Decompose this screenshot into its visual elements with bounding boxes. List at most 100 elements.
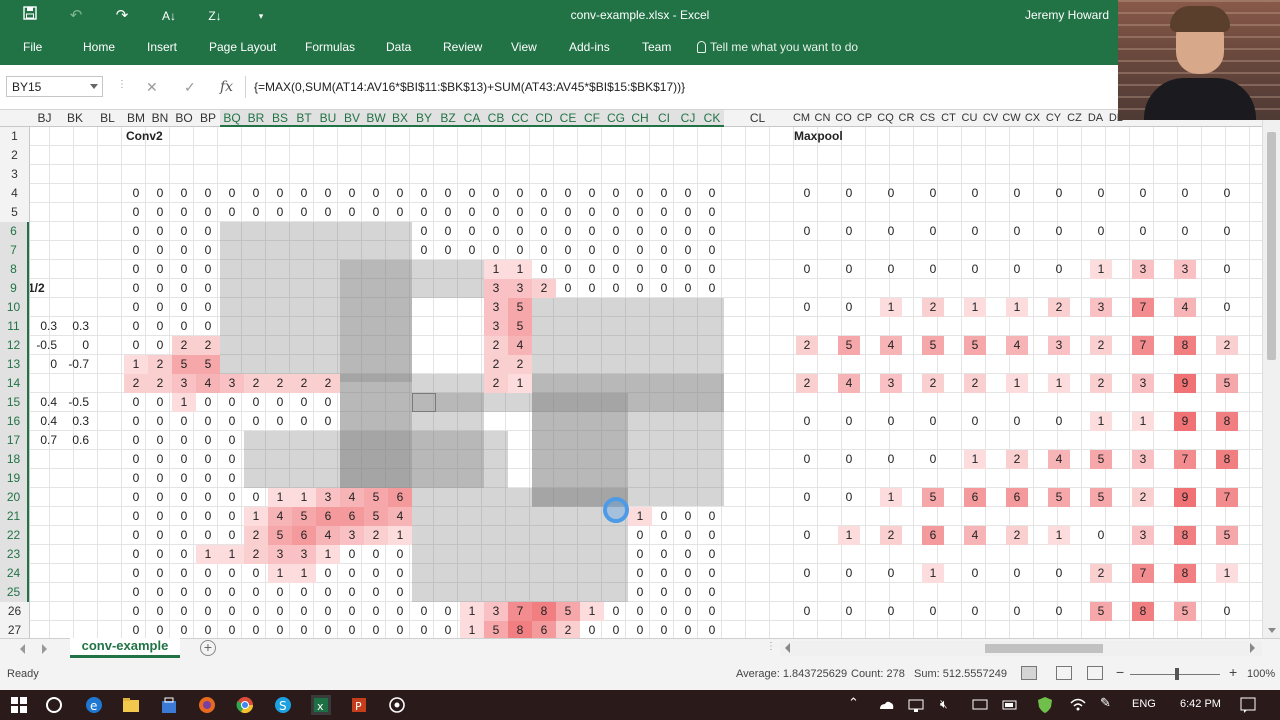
conv-cell[interactable]: 0: [436, 241, 460, 260]
conv-cell[interactable]: 0: [460, 203, 484, 222]
conv-cell[interactable]: 0: [628, 602, 652, 621]
conv-cell[interactable]: 0: [652, 184, 676, 203]
conv-cell[interactable]: 0: [172, 222, 196, 241]
conv-cell[interactable]: 0: [148, 222, 172, 241]
conv-cell[interactable]: 0: [196, 222, 220, 241]
filter-weight-cell[interactable]: 0.6: [59, 431, 91, 450]
filter-weight-cell[interactable]: 0.3: [59, 317, 91, 336]
maxpool-cell[interactable]: 1: [1090, 260, 1112, 279]
conv-cell[interactable]: 0: [148, 184, 172, 203]
maxpool-cell[interactable]: 0: [838, 412, 860, 431]
conv-cell[interactable]: 0: [244, 564, 268, 583]
row-header-14[interactable]: 14: [0, 374, 29, 393]
conv-cell[interactable]: 0: [460, 241, 484, 260]
conv-cell[interactable]: 0: [580, 203, 604, 222]
conv-cell[interactable]: 2: [148, 355, 172, 374]
conv-cell[interactable]: 0: [196, 241, 220, 260]
maxpool-cell[interactable]: 8: [1174, 526, 1196, 545]
tab-splitter-icon[interactable]: ⋮: [766, 641, 776, 652]
conv-cell[interactable]: 0: [676, 507, 700, 526]
shield-icon[interactable]: [1035, 695, 1055, 715]
maxpool-cell[interactable]: 6: [1006, 488, 1028, 507]
column-header-cj[interactable]: CJ: [676, 110, 700, 127]
conv-cell[interactable]: 0: [340, 203, 364, 222]
horizontal-scrollbar[interactable]: [780, 641, 1262, 656]
conv-cell[interactable]: 0: [628, 583, 652, 602]
conv-cell[interactable]: 0: [244, 412, 268, 431]
app-icon[interactable]: [387, 695, 407, 715]
maxpool-cell[interactable]: 0: [880, 184, 902, 203]
maxpool-cell[interactable]: 0: [922, 412, 944, 431]
maxpool-cell[interactable]: 5: [922, 336, 944, 355]
maxpool-cell[interactable]: 3: [1048, 336, 1070, 355]
tab-team[interactable]: Team: [642, 40, 671, 54]
column-header-bk[interactable]: BK: [59, 110, 91, 127]
column-header-cm[interactable]: CM: [791, 110, 812, 127]
maxpool-cell[interactable]: 0: [1048, 412, 1070, 431]
conv-cell[interactable]: 0: [148, 488, 172, 507]
maxpool-cell[interactable]: 3: [1132, 260, 1154, 279]
maxpool-cell[interactable]: 3: [1090, 298, 1112, 317]
conv-cell[interactable]: 0: [412, 203, 436, 222]
filter-weight-cell[interactable]: 0.4: [30, 412, 59, 431]
maxpool-cell[interactable]: 0: [838, 260, 860, 279]
maxpool-cell[interactable]: 7: [1132, 564, 1154, 583]
maxpool-cell[interactable]: 0: [1090, 526, 1112, 545]
tab-add-ins[interactable]: Add-ins: [569, 40, 610, 54]
conv-cell[interactable]: 0: [172, 583, 196, 602]
conv-cell[interactable]: 5: [364, 488, 388, 507]
conv-cell[interactable]: 2: [244, 526, 268, 545]
conv-cell[interactable]: 0: [220, 564, 244, 583]
conv-cell[interactable]: 0: [580, 222, 604, 241]
conv-cell[interactable]: 0: [316, 621, 340, 638]
conv-cell[interactable]: 0: [652, 241, 676, 260]
conv-cell[interactable]: 0: [124, 260, 148, 279]
filter-weight-cell[interactable]: -0.5: [59, 393, 91, 412]
column-header-br[interactable]: BR: [244, 110, 268, 127]
conv-cell[interactable]: 0: [196, 583, 220, 602]
conv-cell[interactable]: 0: [508, 222, 532, 241]
conv-cell[interactable]: 0: [220, 621, 244, 638]
row-header-6[interactable]: 6: [0, 222, 29, 241]
conv-cell[interactable]: 0: [172, 298, 196, 317]
conv-cell[interactable]: 5: [292, 507, 316, 526]
maxpool-cell[interactable]: 3: [1132, 450, 1154, 469]
skype-icon[interactable]: S: [273, 695, 293, 715]
conv-cell[interactable]: 0: [436, 222, 460, 241]
maxpool-cell[interactable]: 0: [838, 298, 860, 317]
conv-cell[interactable]: 0: [628, 621, 652, 638]
conv-cell[interactable]: 1: [508, 374, 532, 393]
maxpool-cell[interactable]: 1: [1216, 564, 1238, 583]
row-header-7[interactable]: 7: [0, 241, 29, 260]
conv-cell[interactable]: 0: [148, 260, 172, 279]
maxpool-cell[interactable]: 3: [1174, 260, 1196, 279]
conv-cell[interactable]: 0: [436, 203, 460, 222]
conv-cell[interactable]: 2: [508, 355, 532, 374]
conv-cell[interactable]: 3: [292, 545, 316, 564]
conv-cell[interactable]: 4: [388, 507, 412, 526]
vertical-scroll-thumb[interactable]: [1267, 132, 1276, 360]
conv-cell[interactable]: 0: [220, 431, 244, 450]
maxpool-cell[interactable]: 1: [1132, 412, 1154, 431]
conv-cell[interactable]: 3: [268, 545, 292, 564]
zoom-level[interactable]: 100%: [1247, 668, 1275, 680]
conv-cell[interactable]: 0: [196, 621, 220, 638]
filter-weight-cell[interactable]: 0: [30, 355, 59, 374]
conv-cell[interactable]: 0: [148, 241, 172, 260]
conv-cell[interactable]: 0: [412, 184, 436, 203]
conv-cell[interactable]: 3: [484, 317, 508, 336]
maxpool-cell[interactable]: 4: [880, 336, 902, 355]
maxpool-cell[interactable]: 0: [1048, 184, 1070, 203]
name-box[interactable]: BY15: [6, 76, 103, 97]
next-sheet-icon[interactable]: [42, 644, 47, 654]
conv-cell[interactable]: 0: [196, 184, 220, 203]
conv-cell[interactable]: 0: [148, 298, 172, 317]
maxpool-cell[interactable]: 1: [1048, 374, 1070, 393]
file-explorer-icon[interactable]: [121, 695, 141, 715]
maxpool-cell[interactable]: 0: [1048, 260, 1070, 279]
conv-cell[interactable]: 5: [196, 355, 220, 374]
conv-cell[interactable]: 0: [676, 545, 700, 564]
conv-cell[interactable]: 0: [364, 564, 388, 583]
maxpool-cell[interactable]: 8: [1132, 602, 1154, 621]
conv-cell[interactable]: 6: [532, 621, 556, 638]
